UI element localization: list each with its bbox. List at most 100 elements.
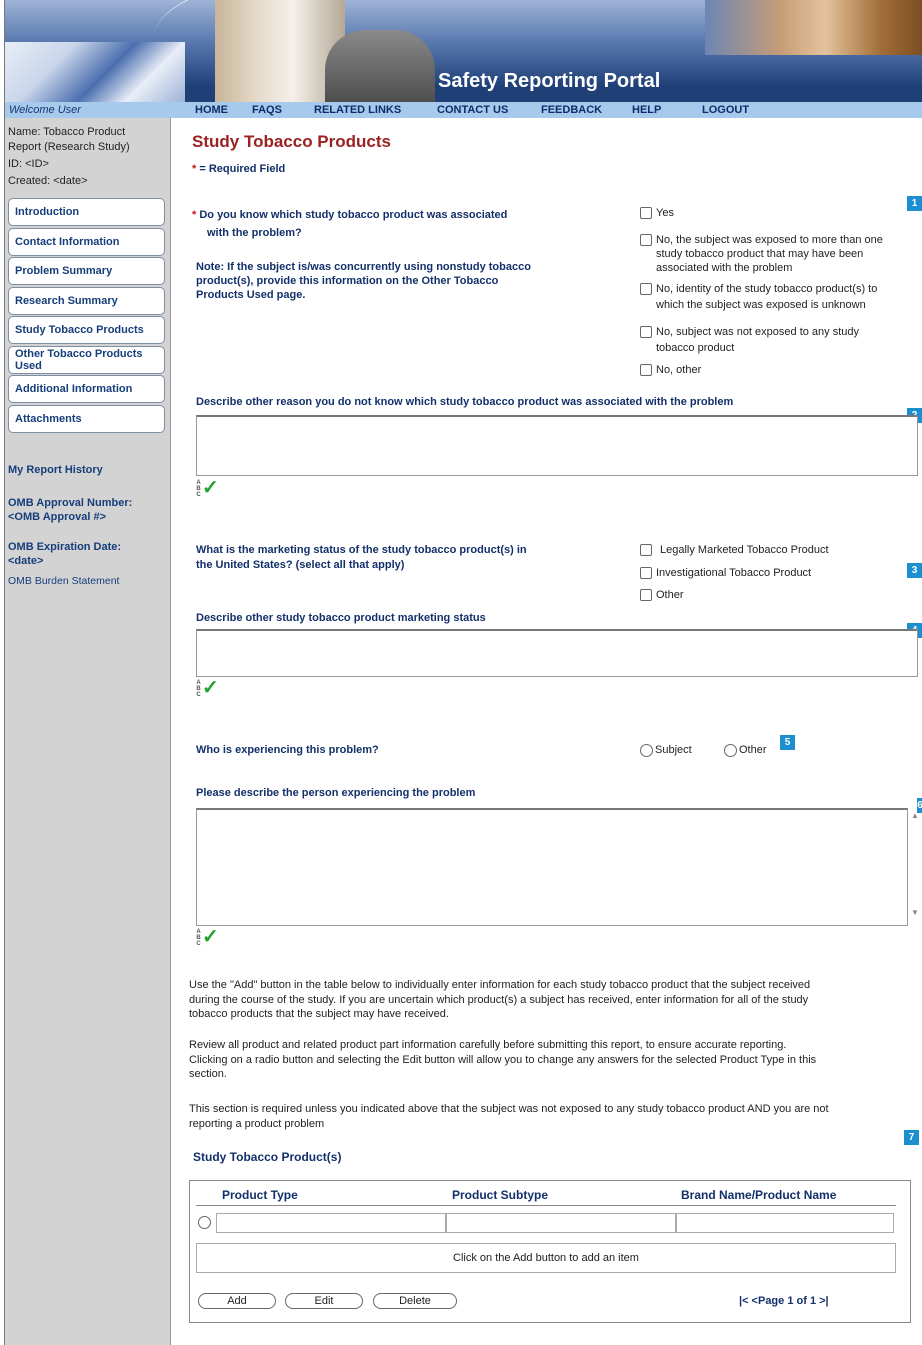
omb-expiration-label: OMB Expiration Date: [8, 541, 122, 553]
q3-option-investigational[interactable]: Investigational Tobacco Product [640, 566, 811, 580]
q6-spellcheck-icon[interactable]: A B C ✓ [196, 927, 220, 949]
q1-note-line2: product(s), provide this information on … [196, 275, 499, 287]
q1-line2: with the problem? [207, 227, 302, 239]
q1-option-unknown[interactable]: No, identity of the study tobacco produc… [640, 282, 922, 312]
q1-checkbox-other[interactable] [640, 364, 652, 376]
page-frame: Safety Reporting Portal Welcome User HOM… [4, 0, 922, 1345]
sidebar-item-introduction[interactable]: Introduction [8, 198, 165, 226]
q5-option-other[interactable]: Other [724, 743, 767, 757]
nav-link-contact-us[interactable]: CONTACT US [437, 104, 508, 116]
q3-question: What is the marketing status of the stud… [196, 543, 616, 573]
sidebar-item-problem-summary[interactable]: Problem Summary [8, 257, 165, 285]
add-button[interactable]: Add [198, 1293, 276, 1309]
q1-required-star: * [192, 209, 197, 221]
page-title: Study Tobacco Products [192, 132, 391, 151]
instructions-paragraph-3: This section is required unless you indi… [189, 1103, 829, 1130]
q5-radio-other[interactable] [724, 743, 737, 757]
table-row-radio[interactable] [198, 1216, 211, 1229]
instructions-paragraph-1: Use the "Add" button in the table below … [189, 979, 811, 1020]
study-products-table-title: Study Tobacco Product(s) [193, 1150, 342, 1164]
q3-line1: What is the marketing status of the stud… [196, 544, 527, 556]
omb-approval-number-label: OMB Approval Number: [8, 497, 133, 509]
section-badge-7: 7 [904, 1130, 919, 1145]
q1-option-other-label: No, other [656, 364, 702, 376]
q1-question: * Do you know which study tobacco produc… [192, 208, 612, 241]
sidebar-item-attachments[interactable]: Attachments [8, 405, 165, 433]
q3-option-legally-marketed[interactable]: Legally Marketed Tobacco Product [640, 543, 829, 557]
q1-option-more-than-one-label: No, the subject was exposed to more than… [656, 234, 883, 274]
table-empty-message: Click on the Add button to add an item [196, 1243, 896, 1273]
required-field-text: = Required Field [199, 163, 286, 175]
sidebar-item-other-tobacco-products[interactable]: Other Tobacco Products Used [8, 346, 165, 374]
q4-spellcheck-icon[interactable]: A B C ✓ [196, 678, 220, 700]
q3-option-other-label: Other [656, 589, 684, 601]
q5-label: Who is experiencing this problem? [196, 744, 379, 756]
nav-link-related-links[interactable]: RELATED LINKS [314, 104, 401, 116]
q1-note-line3: Products Used page. [196, 289, 306, 301]
omb-burden-statement-link[interactable]: OMB Burden Statement [8, 574, 119, 588]
report-name-line1: Name: Tobacco Product [8, 126, 126, 138]
q2-textarea[interactable] [196, 415, 918, 476]
table-cell-brand-name [676, 1213, 894, 1233]
q1-note: Note: If the subject is/was concurrently… [196, 260, 616, 302]
q1-checkbox-more-than-one[interactable] [640, 234, 652, 246]
section-badge-5: 5 [780, 735, 795, 750]
edit-button[interactable]: Edit [285, 1293, 363, 1309]
nav-link-feedback[interactable]: FEEDBACK [541, 104, 602, 116]
q6-scroll-down-icon[interactable]: ▼ [911, 908, 921, 917]
q1-option-yes[interactable]: Yes [640, 206, 674, 220]
q5-option-subject[interactable]: Subject [640, 743, 692, 757]
q1-option-more-than-one[interactable]: No, the subject was exposed to more than… [640, 233, 922, 275]
q4-label: Describe other study tobacco product mar… [196, 612, 486, 624]
report-created: Created: <date> [8, 175, 88, 187]
banner-boy-dog-image [705, 0, 922, 55]
q6-scroll-up-icon[interactable]: ▲ [911, 811, 921, 820]
q5-radio-subject[interactable] [640, 743, 653, 757]
column-header-brand-name: Brand Name/Product Name [681, 1188, 837, 1202]
q3-checkbox-investigational[interactable] [640, 567, 652, 579]
section-badge-3: 3 [907, 563, 922, 578]
sidebar-item-research-summary[interactable]: Research Summary [8, 287, 165, 315]
q1-note-line1: Note: If the subject is/was concurrently… [196, 261, 531, 273]
top-nav-bar: Welcome User HOME FAQS RELATED LINKS CON… [5, 102, 922, 118]
column-header-product-type: Product Type [222, 1188, 298, 1202]
q1-checkbox-unknown[interactable] [640, 283, 652, 295]
sidebar-item-additional-information[interactable]: Additional Information [8, 375, 165, 403]
report-name-line2: Report (Research Study) [8, 141, 130, 153]
q5-option-other-label: Other [739, 744, 767, 756]
q1-option-not-exposed[interactable]: No, subject was not exposed to any study… [640, 325, 922, 355]
q2-spellcheck-icon[interactable]: A B C ✓ [196, 478, 220, 500]
nav-link-faqs[interactable]: FAQS [252, 104, 282, 116]
q3-option-investigational-label: Investigational Tobacco Product [656, 567, 812, 579]
nav-link-logout[interactable]: LOGOUT [702, 104, 749, 116]
report-id: ID: <ID> [8, 158, 49, 170]
sidebar-item-contact-information[interactable]: Contact Information [8, 228, 165, 256]
nav-link-help[interactable]: HELP [632, 104, 661, 116]
q3-option-other[interactable]: Other [640, 588, 684, 602]
q1-option-yes-label: Yes [656, 207, 674, 219]
delete-button[interactable]: Delete [373, 1293, 457, 1309]
q1-checkbox-yes[interactable] [640, 207, 652, 219]
omb-expiration-value: <date> [8, 555, 44, 567]
nav-link-home[interactable]: HOME [195, 104, 228, 116]
q3-option-legally-marketed-label: Legally Marketed Tobacco Product [660, 544, 829, 556]
portal-title: Safety Reporting Portal [438, 70, 661, 92]
q2-label: Describe other reason you do not know wh… [196, 396, 734, 408]
banner-patient-image [325, 30, 435, 102]
q1-line1: Do you know which study tobacco product … [199, 209, 508, 221]
table-pager[interactable]: |< <Page 1 of 1 >| [739, 1295, 829, 1307]
sidebar-item-study-tobacco-products[interactable]: Study Tobacco Products [8, 316, 165, 344]
my-report-history-link[interactable]: My Report History [8, 463, 103, 477]
q1-checkbox-not-exposed[interactable] [640, 326, 652, 338]
q3-checkbox-other[interactable] [640, 589, 652, 601]
report-meta: Name: Tobacco Product Report (Research S… [5, 118, 170, 189]
column-header-product-subtype: Product Subtype [452, 1188, 549, 1202]
banner-pills-image [5, 42, 185, 102]
section-badge-1: 1 [907, 196, 922, 211]
q4-textarea[interactable] [196, 629, 918, 677]
header-banner: Safety Reporting Portal [5, 0, 922, 102]
q6-textarea[interactable] [196, 808, 908, 926]
q1-option-not-exposed-label: No, subject was not exposed to any study… [656, 326, 860, 354]
q3-checkbox-legally-marketed[interactable] [640, 544, 652, 556]
q1-option-other[interactable]: No, other [640, 363, 701, 377]
